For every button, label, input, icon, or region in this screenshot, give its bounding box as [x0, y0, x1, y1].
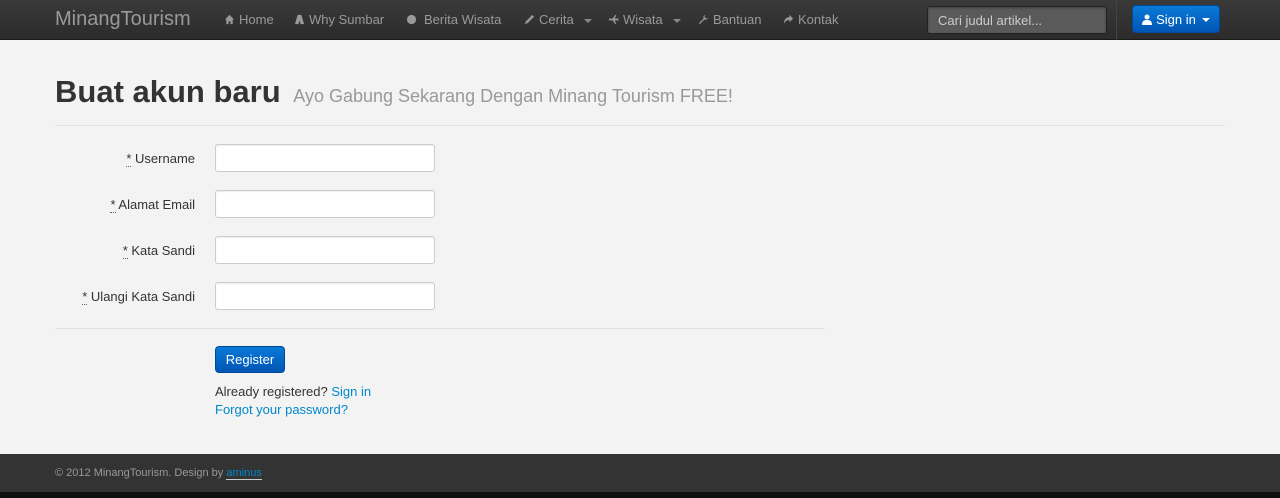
- page-title-text: Buat akun baru: [55, 74, 281, 109]
- nav-home-label: Home: [239, 12, 274, 27]
- pencil-icon: [524, 14, 535, 25]
- form-divider: [55, 328, 825, 329]
- email-label-text: Alamat Email: [118, 197, 195, 212]
- nav-bantuan-label: Bantuan: [713, 12, 762, 27]
- password-label: * Kata Sandi: [55, 243, 195, 259]
- signin-link[interactable]: Sign in: [331, 384, 371, 399]
- page-subtitle: Ayo Gabung Sekarang Dengan Minang Touris…: [293, 86, 733, 106]
- already-registered-text: Already registered?: [215, 384, 328, 399]
- password-label-text: Kata Sandi: [131, 243, 195, 258]
- required-mark: *: [82, 289, 88, 305]
- search-input[interactable]: [927, 6, 1107, 34]
- nav-bantuan[interactable]: Bantuan: [698, 12, 761, 27]
- email-label: * Alamat Email: [55, 197, 195, 213]
- email-field[interactable]: [215, 190, 435, 218]
- nav-wisata[interactable]: Wisata: [608, 12, 681, 27]
- page-title: Buat akun baru Ayo Gabung Sekarang Denga…: [55, 74, 733, 110]
- globe-icon: [406, 14, 417, 25]
- forgot-password-link[interactable]: Forgot your password?: [215, 402, 348, 417]
- nav-berita-wisata-label: Berita Wisata: [424, 12, 502, 27]
- register-button[interactable]: Register: [215, 346, 285, 373]
- chevron-down-icon: [583, 18, 592, 23]
- nav-why-sumbar[interactable]: Why Sumbar: [294, 12, 384, 27]
- share-icon: [783, 14, 794, 25]
- home-icon: [224, 14, 235, 25]
- wrench-icon: [698, 14, 709, 25]
- confirm-password-field[interactable]: [215, 282, 435, 310]
- footer: © 2012 MinangTourism. Design by aminus: [0, 454, 1280, 498]
- nav-kontak-label: Kontak: [798, 12, 839, 27]
- signin-dropdown-button[interactable]: Sign in: [1132, 5, 1220, 33]
- footer-author-link[interactable]: aminus: [226, 467, 262, 480]
- brand-logo[interactable]: MinangTourism: [55, 8, 191, 31]
- header-divider: [55, 125, 1225, 126]
- confirm-password-label-text: Ulangi Kata Sandi: [90, 289, 195, 304]
- password-field[interactable]: [215, 236, 435, 264]
- footer-copyright: © 2012 MinangTourism. Design by: [55, 467, 224, 479]
- user-icon: [1142, 14, 1153, 25]
- navbar: MinangTourism Home Why Sumbar Berita Wis…: [0, 0, 1280, 40]
- footer-text: © 2012 MinangTourism. Design by aminus: [55, 467, 262, 480]
- nav-cerita[interactable]: Cerita: [524, 12, 592, 27]
- chevron-down-icon: [672, 18, 681, 23]
- chevron-down-icon: [1201, 18, 1210, 22]
- confirm-password-label: * Ulangi Kata Sandi: [55, 289, 195, 305]
- nav-home[interactable]: Home: [224, 12, 274, 27]
- plane-icon: [608, 14, 619, 25]
- signin-label: Sign in: [1156, 11, 1196, 27]
- navbar-divider: [1116, 0, 1117, 40]
- required-mark: *: [122, 243, 128, 259]
- username-label-text: Username: [135, 151, 195, 166]
- required-mark: *: [126, 151, 132, 167]
- required-mark: *: [110, 197, 116, 213]
- username-label: * Username: [55, 151, 195, 167]
- nav-why-sumbar-label: Why Sumbar: [309, 12, 385, 27]
- username-field[interactable]: [215, 144, 435, 172]
- nav-wisata-label: Wisata: [623, 12, 663, 27]
- nav-cerita-label: Cerita: [539, 12, 574, 27]
- road-icon: [294, 14, 305, 25]
- nav-kontak[interactable]: Kontak: [783, 12, 838, 27]
- nav-berita-wisata[interactable]: Berita Wisata: [406, 12, 501, 27]
- already-registered: Already registered? Sign in: [215, 384, 371, 399]
